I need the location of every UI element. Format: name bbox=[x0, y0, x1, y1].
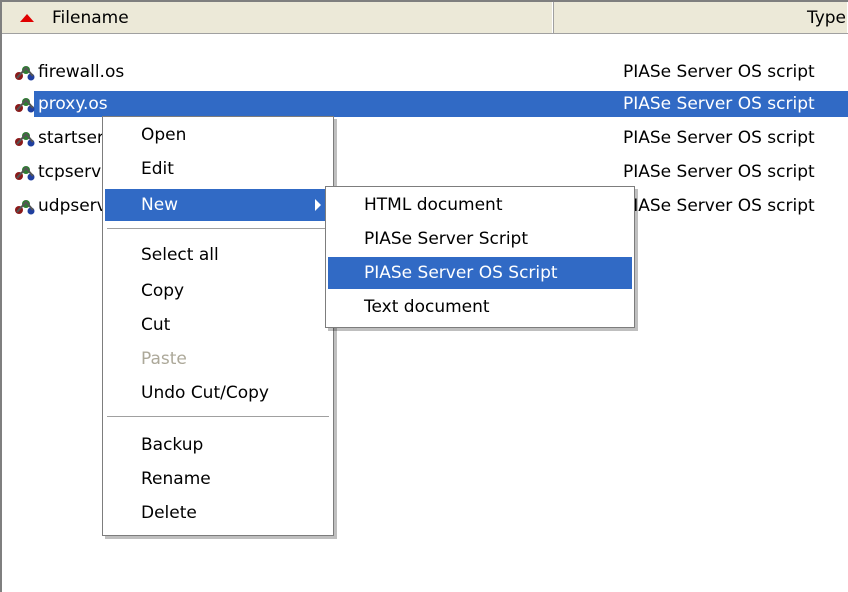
column-header-filename-label: Filename bbox=[52, 7, 129, 28]
submenu-item-text-document[interactable]: Text document bbox=[328, 291, 632, 323]
column-header-filename[interactable]: Filename bbox=[2, 2, 554, 33]
script-file-icon bbox=[15, 132, 35, 147]
menu-item-select-all[interactable]: Select all bbox=[105, 239, 331, 271]
menu-item-new[interactable]: New bbox=[105, 189, 331, 221]
file-type: PIASe Server OS script bbox=[623, 128, 815, 148]
file-type: PIASe Server OS script bbox=[623, 62, 815, 82]
file-name: firewall.os bbox=[38, 62, 125, 82]
menu-item-rename[interactable]: Rename bbox=[105, 463, 331, 495]
file-type: PIASe Server OS script bbox=[623, 162, 815, 182]
menu-item-delete[interactable]: Delete bbox=[105, 497, 331, 529]
table-row-selected[interactable]: proxy.os PIASe Server OS script bbox=[2, 89, 848, 119]
menu-item-open[interactable]: Open bbox=[105, 119, 331, 151]
menu-item-paste: Paste bbox=[141, 349, 187, 369]
context-menu: Open Edit New Select all Copy Cut Paste … bbox=[102, 116, 334, 536]
menu-item-backup[interactable]: Backup bbox=[105, 429, 331, 461]
file-name: proxy.os bbox=[38, 94, 108, 114]
script-file-icon bbox=[15, 200, 35, 215]
column-header-type[interactable]: Type bbox=[554, 2, 848, 33]
file-type: PIASe Server OS script bbox=[623, 94, 815, 114]
submenu-item-html-document[interactable]: HTML document bbox=[328, 189, 632, 221]
menu-item-copy[interactable]: Copy bbox=[105, 275, 331, 307]
submenu-arrow-icon bbox=[315, 199, 321, 211]
script-file-icon bbox=[15, 98, 35, 113]
column-header-type-label: Type bbox=[806, 7, 846, 28]
file-type: PIASe Server OS script bbox=[623, 196, 815, 216]
submenu-item-piase-server-script[interactable]: PIASe Server Script bbox=[328, 223, 632, 255]
menu-item-cut[interactable]: Cut bbox=[105, 309, 331, 341]
script-file-icon bbox=[15, 66, 35, 81]
menu-item-undo-cut-copy[interactable]: Undo Cut/Copy bbox=[105, 377, 331, 409]
new-submenu: HTML document PIASe Server Script PIASe … bbox=[325, 186, 635, 328]
table-row[interactable]: firewall.os PIASe Server OS script bbox=[2, 57, 848, 87]
submenu-item-piase-server-os-script[interactable]: PIASe Server OS Script bbox=[328, 257, 632, 289]
menu-separator bbox=[107, 228, 329, 229]
script-file-icon bbox=[15, 166, 35, 181]
menu-separator bbox=[107, 416, 329, 417]
menu-item-edit[interactable]: Edit bbox=[105, 153, 331, 185]
column-header-bar: Filename Type bbox=[2, 2, 848, 34]
sort-ascending-icon bbox=[20, 13, 34, 22]
